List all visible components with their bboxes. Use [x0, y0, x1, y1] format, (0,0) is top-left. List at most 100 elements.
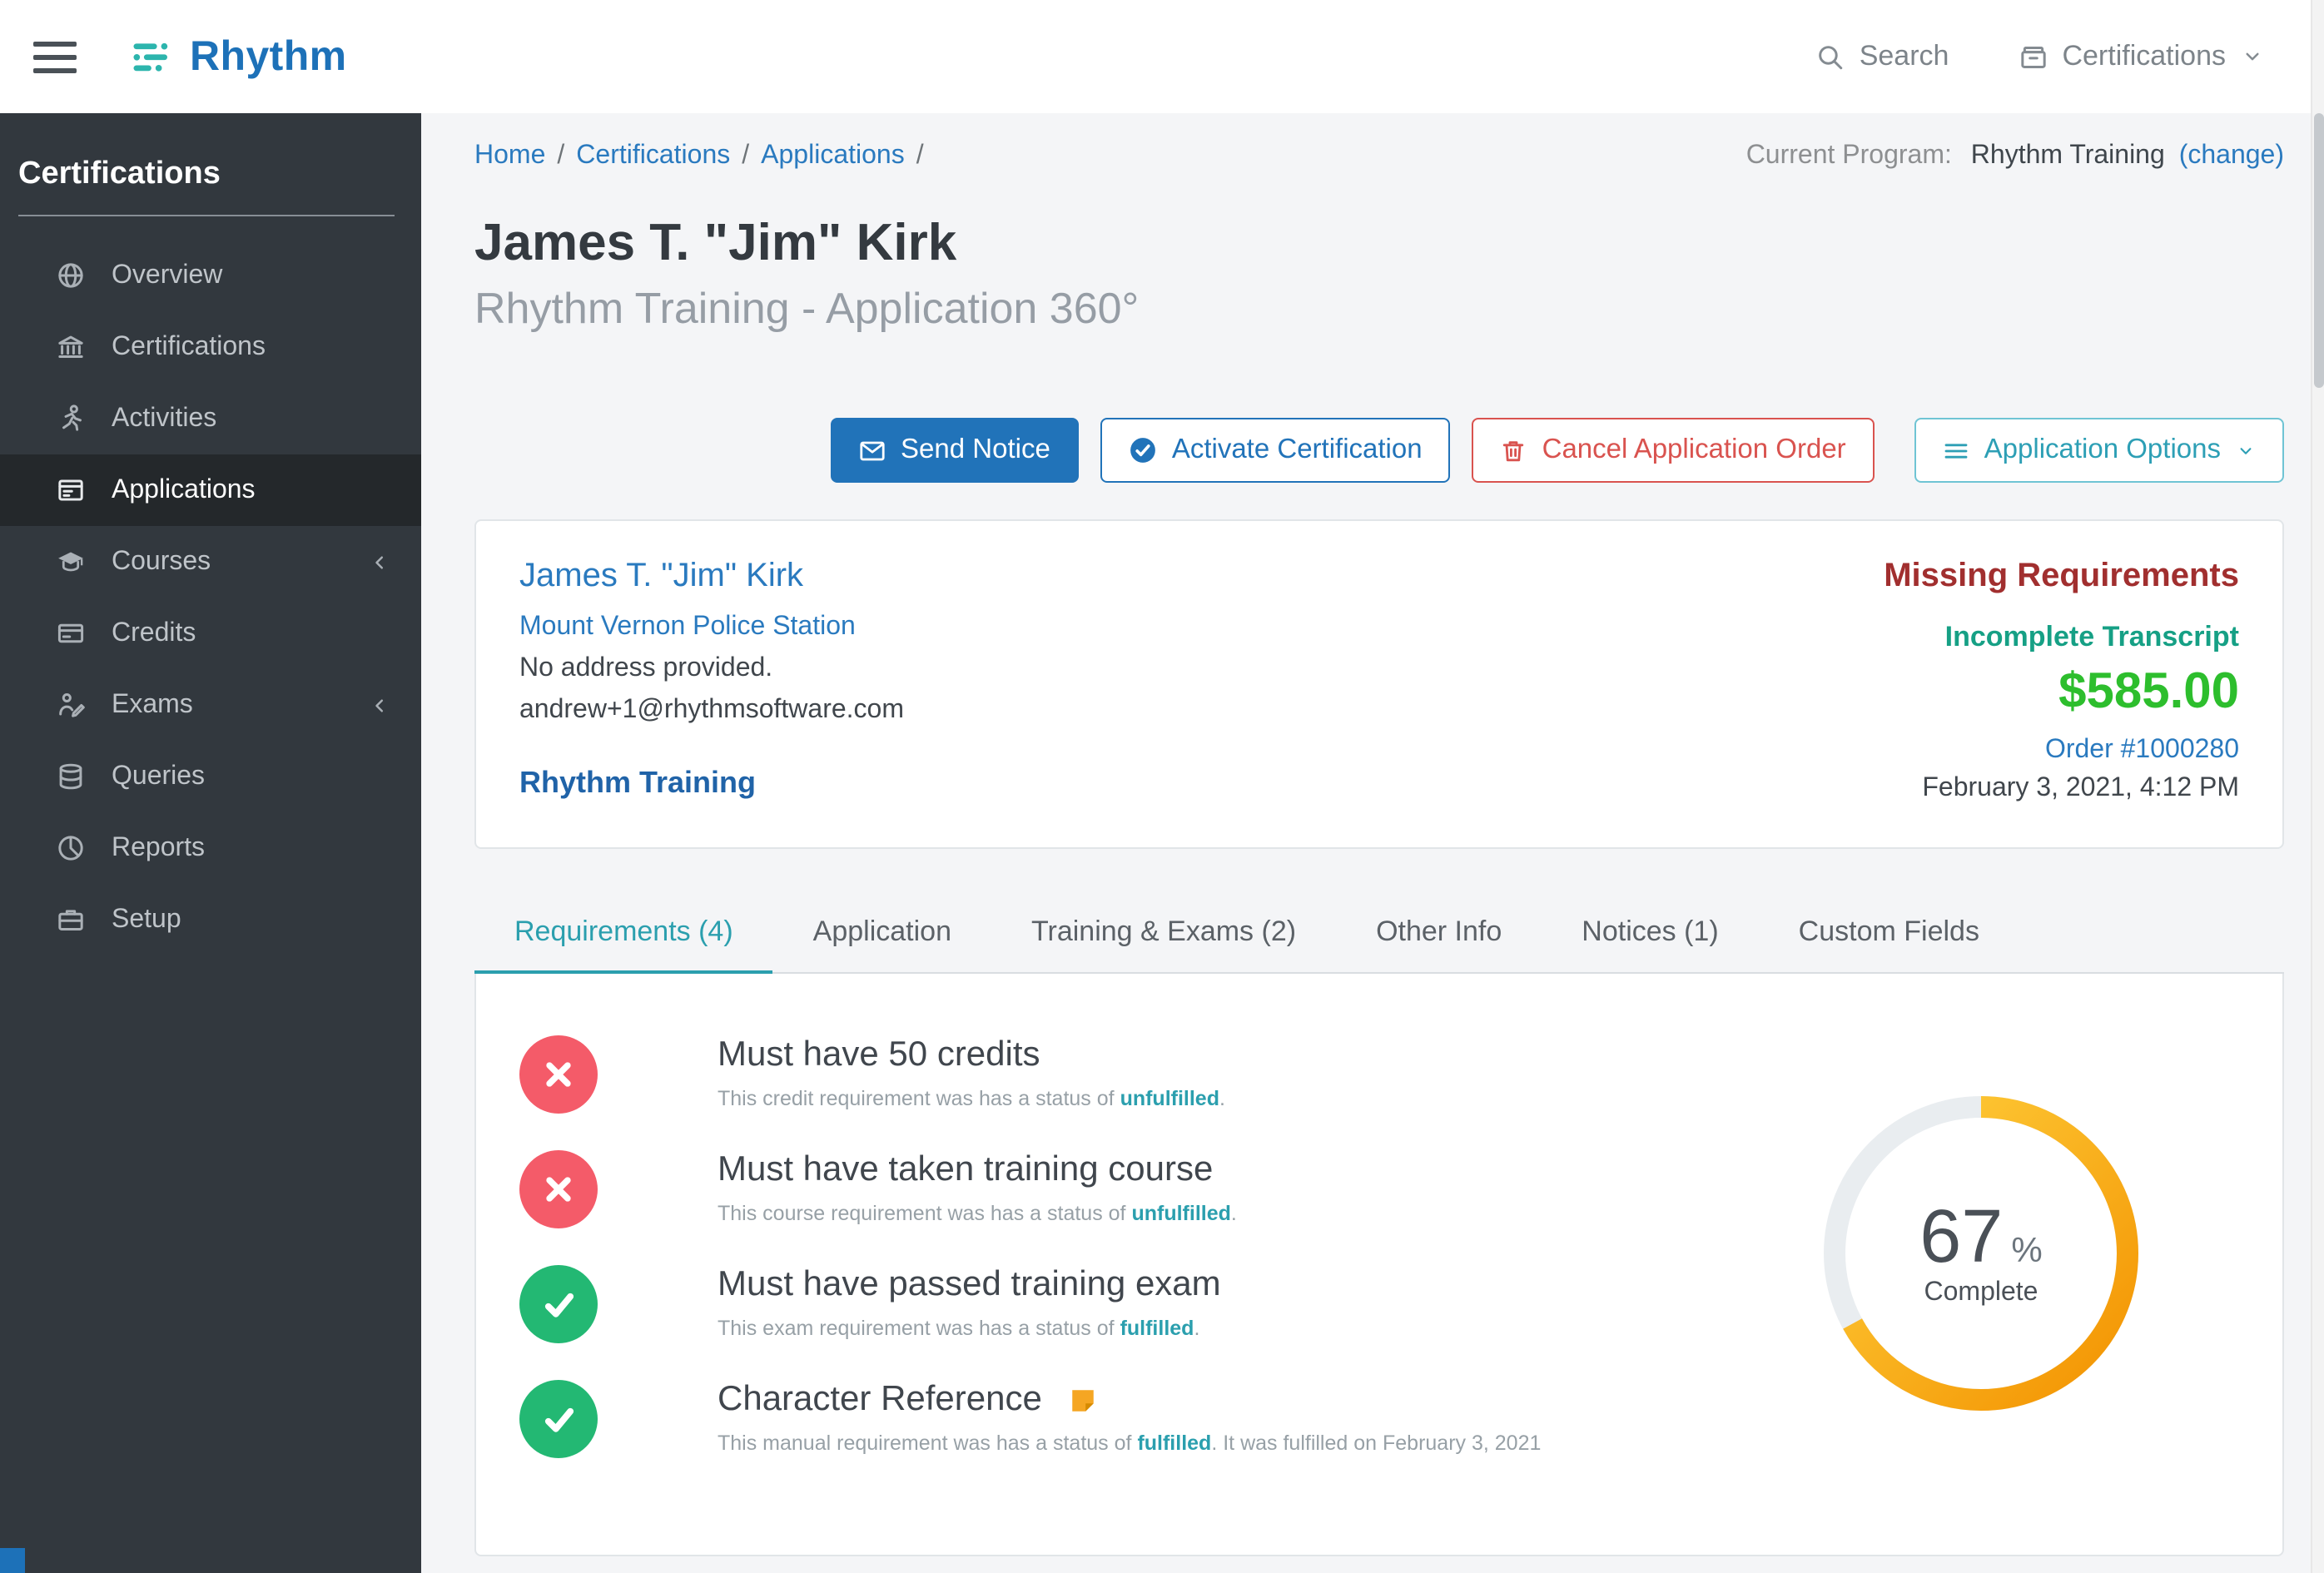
completion-percent-unit: % — [2011, 1232, 2043, 1270]
search-icon — [1816, 42, 1845, 71]
sidebar-item-label: Courses — [112, 547, 211, 575]
scrollbar-thumb[interactable] — [2314, 113, 2324, 388]
running-person-icon — [55, 403, 87, 434]
topbar: Rhythm Search Certifications — [0, 0, 2324, 113]
tab-requirements-4[interactable]: Requirements (4) — [474, 894, 773, 974]
sidebar-item-label: Overview — [112, 261, 223, 289]
check-circle-status-icon — [519, 1265, 598, 1343]
tab-application[interactable]: Application — [773, 894, 991, 974]
sidebar-item-overview[interactable]: Overview — [0, 240, 421, 311]
sidebar-item-label: Exams — [112, 690, 193, 718]
breadcrumb-link-home[interactable]: Home — [474, 141, 545, 170]
rhythm-logo-icon — [130, 34, 175, 79]
graduation-cap-icon — [55, 546, 87, 578]
app-root: Rhythm Search Certifications Certificati… — [0, 0, 2324, 1573]
sticky-note-icon[interactable] — [1069, 1386, 1097, 1414]
completion-donut-chart: 67 % Complete — [1821, 1094, 2141, 1413]
globe-icon — [55, 260, 87, 291]
requirement-title: Character Reference — [718, 1380, 1541, 1420]
sidebar-item-reports[interactable]: Reports — [0, 812, 421, 884]
exam-writer-icon — [55, 689, 87, 721]
sidebar-item-activities[interactable]: Activities — [0, 383, 421, 454]
tab-notices-1[interactable]: Notices (1) — [1542, 894, 1758, 974]
program-name: Rhythm Training — [519, 766, 757, 799]
page-title: James T. "Jim" Kirk — [474, 213, 957, 271]
application-card-icon — [55, 474, 87, 506]
breadcrumb: Home / Certifications / Applications / — [474, 141, 936, 171]
scrollbar[interactable] — [2311, 0, 2324, 1573]
sidebar-item-exams[interactable]: Exams — [0, 669, 421, 741]
requirement-status-word: unfulfilled — [1120, 1087, 1219, 1110]
order-number-link[interactable]: Order #1000280 — [1884, 736, 2239, 766]
breadcrumb-separator: / — [742, 141, 750, 170]
app-logo[interactable]: Rhythm — [130, 32, 347, 81]
email-text: andrew+1@rhythmsoftware.com — [519, 696, 904, 724]
send-notice-button[interactable]: Send Notice — [831, 418, 1079, 483]
requirement-title-text: Must have 50 credits — [718, 1035, 1040, 1074]
menu-toggle-button[interactable] — [33, 41, 77, 72]
cancel-application-order-label: Cancel Application Order — [1542, 434, 1846, 464]
requirement-description-suffix: . It was fulfilled on February 3, 2021 — [1211, 1432, 1542, 1455]
current-program-label: Current Program: — [1745, 141, 1952, 170]
current-program: Current Program: Rhythm Training (change… — [1746, 141, 2284, 171]
x-circle-status-icon — [519, 1035, 598, 1114]
change-program-link[interactable]: (change) — [2179, 141, 2284, 170]
layout: Certifications Overview Certifications Act… — [0, 113, 2324, 1573]
missing-requirements-status: Missing Requirements — [1884, 558, 2239, 594]
requirement-status-word: unfulfilled — [1131, 1202, 1231, 1225]
completion-label: Complete — [1924, 1278, 2038, 1307]
requirement-status-word: fulfilled — [1120, 1317, 1194, 1340]
tab-other-info[interactable]: Other Info — [1336, 894, 1542, 974]
envelope-icon — [859, 437, 886, 464]
requirement-title: Must have taken training course — [718, 1150, 1237, 1190]
sidebar-item-applications[interactable]: Applications — [0, 454, 421, 526]
requirement-title: Must have 50 credits — [718, 1035, 1225, 1075]
activate-certification-button[interactable]: Activate Certification — [1100, 418, 1451, 483]
search-button[interactable]: Search — [1816, 40, 1949, 73]
requirement-description-prefix: This course requirement was has a status… — [718, 1202, 1132, 1225]
sidebar-item-label: Setup — [112, 905, 181, 933]
sidebar-item-credits[interactable]: Credits — [0, 598, 421, 669]
order-date: February 3, 2021, 4:12 PM — [1922, 774, 2239, 802]
cancel-application-order-button[interactable]: Cancel Application Order — [1472, 418, 1875, 483]
trash-icon — [1501, 437, 1527, 464]
requirements-panel: Must have 50 credits This credit requirem… — [474, 974, 2284, 1556]
credit-card-icon — [55, 618, 87, 649]
chevron-left-icon — [368, 550, 391, 573]
sidebar-item-certifications[interactable]: Certifications — [0, 311, 421, 383]
sidebar-item-setup[interactable]: Setup — [0, 884, 421, 955]
address-text: No address provided. — [519, 654, 773, 682]
sidebar-item-label: Activities — [112, 404, 217, 432]
requirement-body: Must have taken training course This cour… — [718, 1150, 1237, 1225]
organization-link[interactable]: Mount Vernon Police Station — [519, 613, 904, 643]
check-circle-status-icon — [519, 1380, 598, 1458]
sidebar-item-label: Credits — [112, 618, 196, 647]
pie-chart-icon — [55, 832, 87, 864]
breadcrumb-link-certifications[interactable]: Certifications — [576, 141, 730, 170]
sidebar-item-courses[interactable]: Courses — [0, 526, 421, 598]
topbar-right: Search Certifications — [1816, 40, 2264, 73]
sidebar-item-queries[interactable]: Queries — [0, 741, 421, 812]
briefcase-icon — [55, 904, 87, 935]
chevron-down-icon — [2241, 45, 2264, 68]
breadcrumb-link-applications[interactable]: Applications — [761, 141, 905, 170]
check-circle-icon — [1129, 436, 1157, 464]
search-label: Search — [1859, 40, 1949, 72]
logo-text: Rhythm — [190, 32, 347, 79]
requirement-body: Must have passed training exam This exam … — [718, 1265, 1221, 1340]
sidebar-item-label: Applications — [112, 475, 256, 504]
sidebar-heading: Certifications — [18, 156, 395, 216]
module-selector[interactable]: Certifications — [2019, 40, 2264, 73]
chevron-left-icon — [368, 693, 391, 717]
application-options-button[interactable]: Application Options — [1914, 418, 2284, 483]
sidebar-item-label: Certifications — [112, 332, 266, 360]
order-amount: $585.00 — [2058, 664, 2239, 719]
applicant-name-link[interactable]: James T. "Jim" Kirk — [519, 558, 904, 596]
current-program-value: Rhythm Training — [1970, 141, 2165, 170]
send-notice-label: Send Notice — [901, 434, 1050, 464]
order-summary: Missing Requirements Incomplete Transcri… — [1884, 558, 2239, 804]
bank-icon — [55, 331, 87, 363]
tab-training-exams-2[interactable]: Training & Exams (2) — [991, 894, 1336, 974]
tab-custom-fields[interactable]: Custom Fields — [1759, 894, 2019, 974]
tab-bar: Requirements (4) Application Training & Ex… — [474, 894, 2284, 974]
